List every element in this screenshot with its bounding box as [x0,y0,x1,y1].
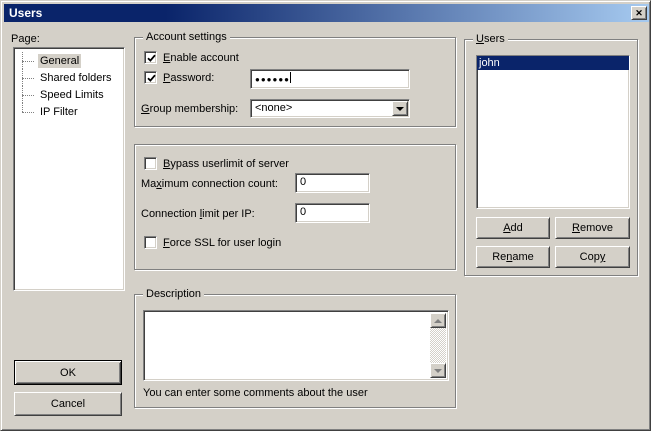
description-title: Description [143,288,204,300]
group-membership-dropdown-button[interactable] [392,101,408,116]
connection-limit-per-ip-input[interactable]: 0 [295,203,370,223]
title-bar[interactable]: Users ✕ [4,4,649,22]
tree-item-shared-folders[interactable]: Shared folders [14,69,124,86]
enable-account-checkbox[interactable] [144,51,157,64]
group-membership-select[interactable]: <none> [250,99,410,118]
window-title: Users [9,6,42,20]
description-group: Description You can enter some comments … [134,294,456,408]
cancel-button-label: Cancel [51,398,85,410]
connection-limit-per-ip-label: Connection limit per IP: [141,208,255,220]
remove-button[interactable]: Remove [555,217,630,239]
enable-account-label: Enable account [163,52,239,64]
close-button[interactable]: ✕ [631,6,647,20]
copy-button-label: Copy [580,251,606,263]
bypass-userlimit-row: Bypass userlimit of server [144,157,289,170]
password-label: Password: [163,72,214,84]
add-button[interactable]: Add [476,217,550,239]
ok-button[interactable]: OK [14,360,122,385]
text-caret [290,72,291,83]
bypass-userlimit-label: Bypass userlimit of server [163,158,289,170]
users-group: Users john Add Remove Rename Copy [464,39,638,276]
check-icon [147,74,156,83]
ok-button-label: OK [60,367,76,379]
description-scrollbar[interactable] [430,313,446,378]
connection-limits-group: Bypass userlimit of server Maximum conne… [134,144,456,270]
remove-button-label: Remove [572,222,613,234]
force-ssl-label: Force SSL for user login [163,237,281,249]
account-settings-title: Account settings [143,31,230,43]
group-membership-value: <none> [255,102,292,114]
users-dialog: Users ✕ Page: General Shared folders Spe… [0,0,651,431]
rename-button-label: Rename [492,251,534,263]
copy-button[interactable]: Copy [555,246,630,268]
scroll-down-button[interactable] [430,363,446,378]
rename-button[interactable]: Rename [476,246,550,268]
bypass-userlimit-checkbox[interactable] [144,157,157,170]
add-button-label: Add [503,222,523,234]
cancel-button[interactable]: Cancel [14,392,122,416]
page-label: Page: [11,33,40,45]
users-list[interactable]: john [476,55,630,209]
arrow-up-icon [434,315,442,323]
max-connection-count-input[interactable]: 0 [295,173,370,193]
group-membership-label: Group membership: [141,103,238,115]
scroll-up-button[interactable] [430,313,446,328]
check-icon [147,54,156,63]
user-list-item[interactable]: john [477,56,629,70]
max-connection-count-label: Maximum connection count: [141,178,278,190]
close-icon: ✕ [635,9,643,18]
users-group-title: Users [473,33,508,45]
account-settings-group: Account settings Enable account Password… [134,37,456,127]
tree-item-speed-limits[interactable]: Speed Limits [14,86,124,103]
chevron-down-icon [396,107,404,115]
description-textarea[interactable] [143,310,449,381]
password-row: Password: [144,71,214,84]
password-masked-value: ●●●●●● [255,75,290,84]
description-helper-text: You can enter some comments about the us… [143,387,368,399]
tree-item-ip-filter[interactable]: IP Filter [14,103,124,120]
force-ssl-checkbox[interactable] [144,236,157,249]
arrow-down-icon [434,369,442,377]
page-tree[interactable]: General Shared folders Speed Limits IP F… [13,47,125,291]
password-input[interactable]: ●●●●●● [250,69,410,89]
tree-item-general[interactable]: General [14,52,124,69]
password-checkbox[interactable] [144,71,157,84]
force-ssl-row: Force SSL for user login [144,236,281,249]
enable-account-row: Enable account [144,51,239,64]
